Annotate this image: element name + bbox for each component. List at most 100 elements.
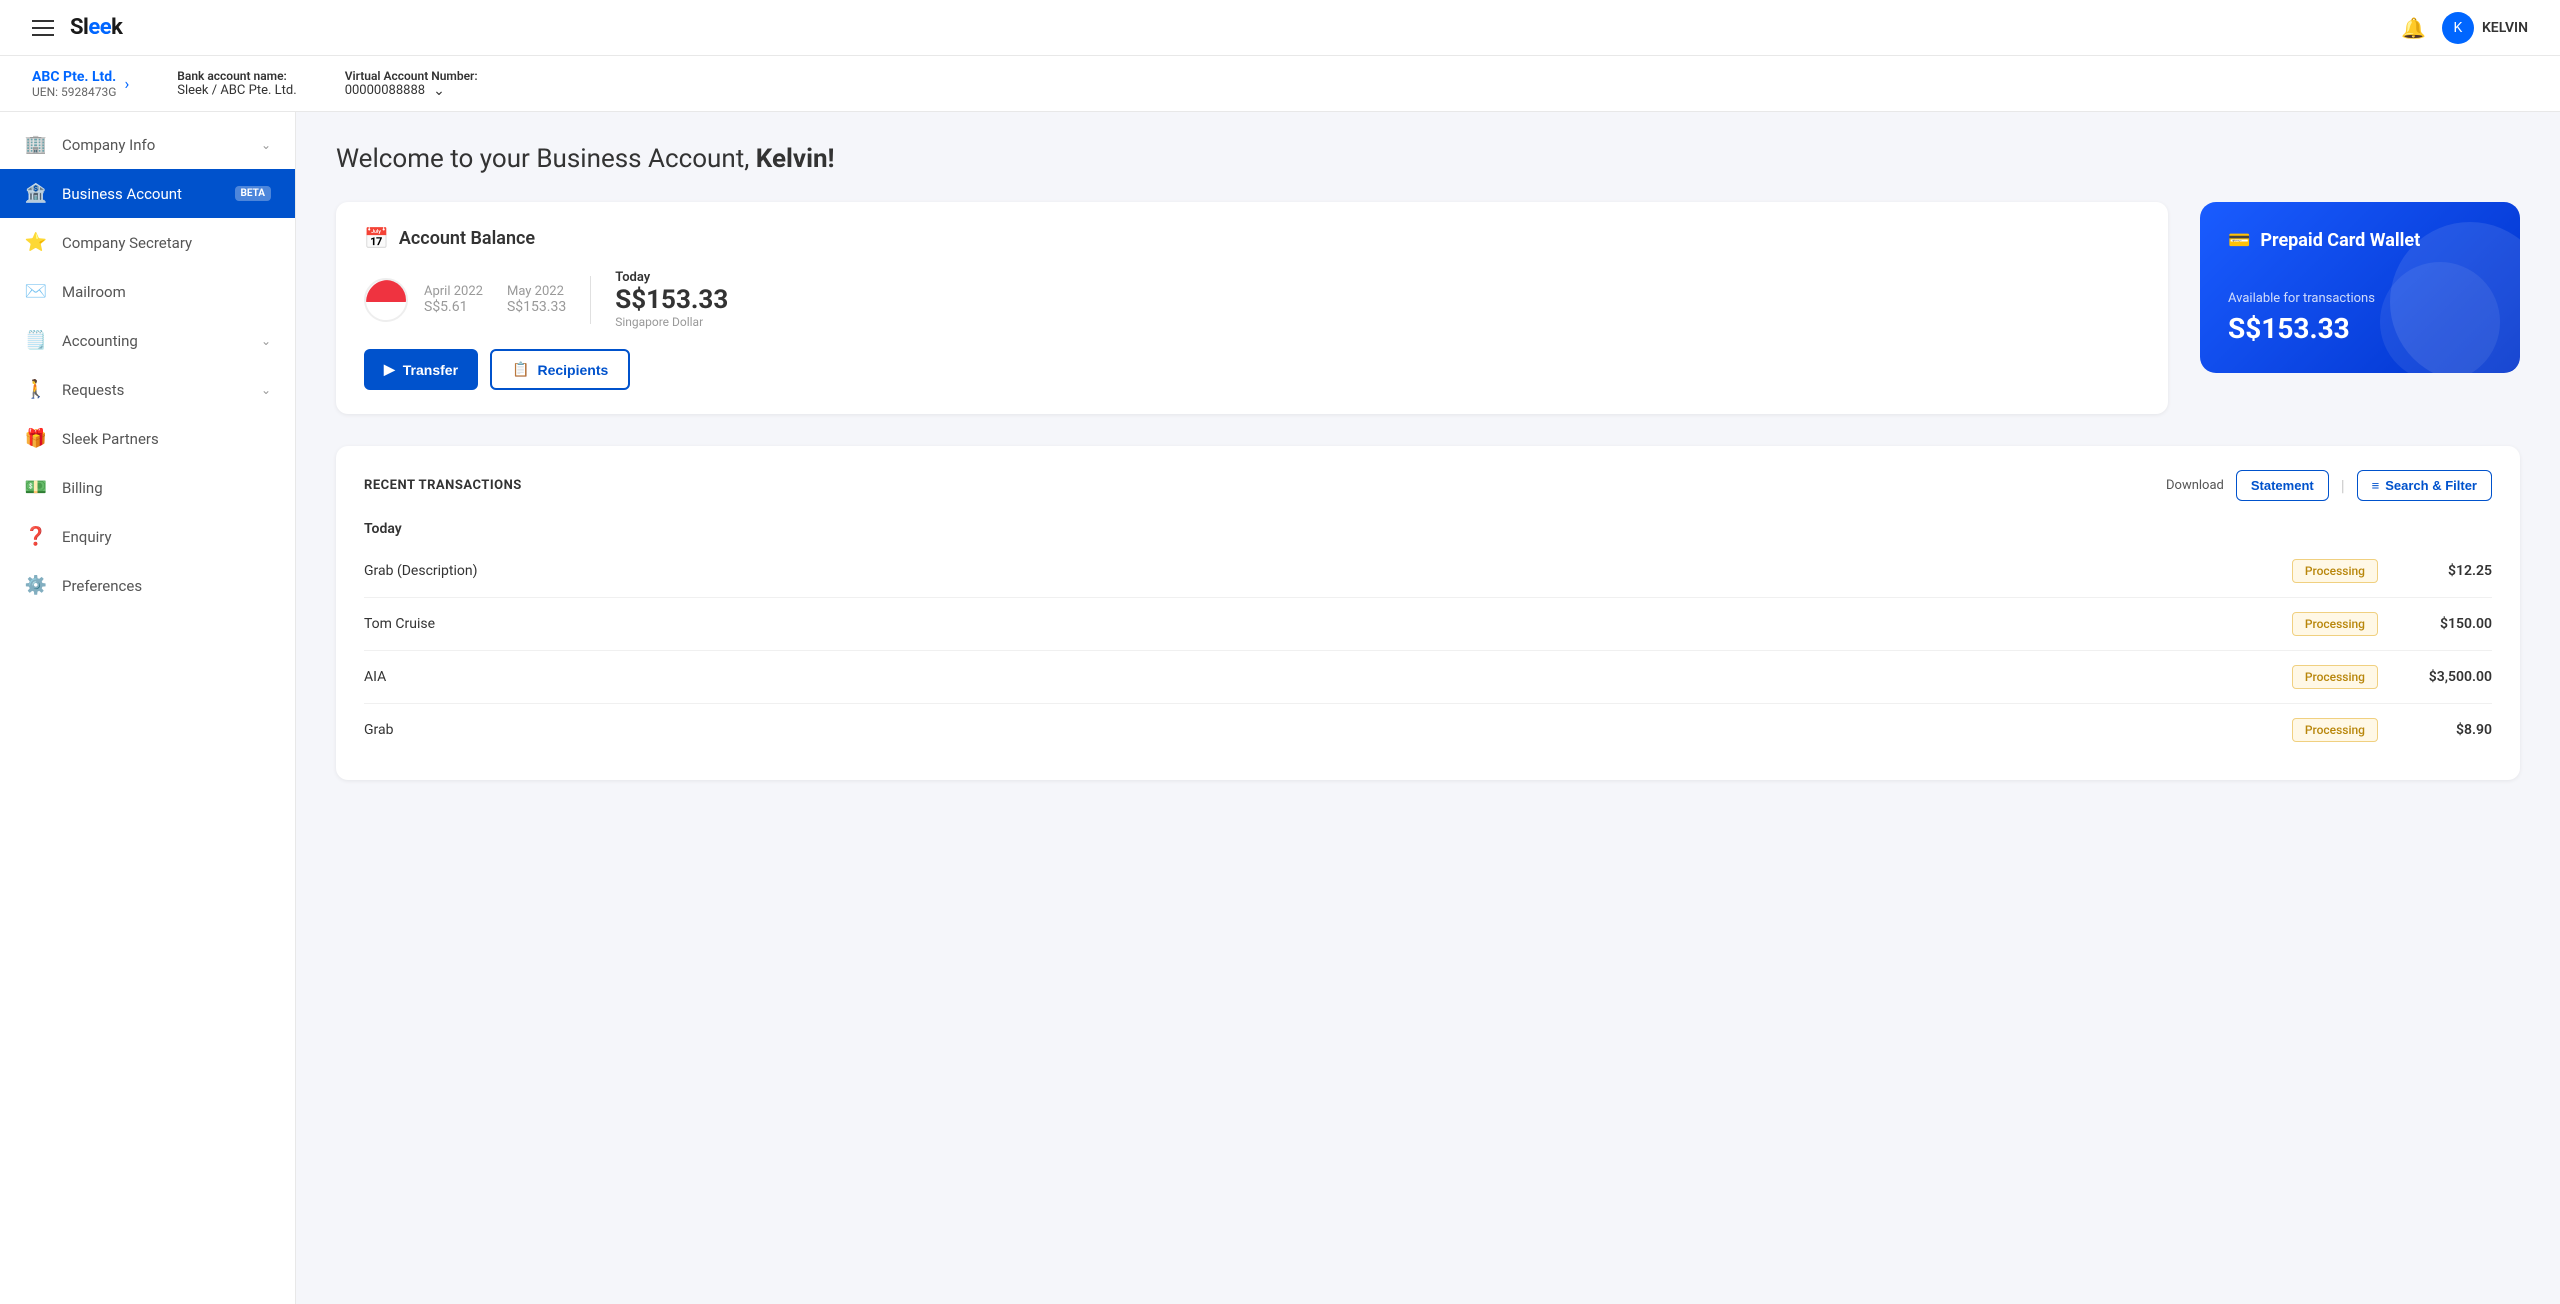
recipients-button[interactable]: 📋 Recipients [490,349,630,390]
bell-icon[interactable]: 🔔 [2401,16,2426,40]
balance-divider [590,276,591,324]
main-content: Welcome to your Business Account, Kelvin… [296,112,2560,1304]
company-expand-icon[interactable]: › [124,74,129,93]
company-name[interactable]: ABC Pte. Ltd. [32,69,116,85]
transaction-amount: $150.00 [2402,616,2492,632]
statement-button[interactable]: Statement [2236,470,2329,501]
balance-section: 📅 Account Balance April 2022 S$5.61 May … [336,202,2520,414]
sidebar-label-business-account: Business Account [62,185,217,203]
sidebar-label-billing: Billing [62,479,271,497]
transaction-name: Tom Cruise [364,616,2292,632]
balance-today: Today S$153.33 Singapore Dollar [615,270,728,329]
sidebar-item-sleek-partners[interactable]: 🎁 Sleek Partners [0,414,295,463]
bank-icon: 🏦 [24,183,48,204]
sidebar-item-business-account[interactable]: 🏦 Business Account BETA [0,169,295,218]
sg-flag-circle [366,280,408,322]
transactions-actions: Download Statement | ≡ Search & Filter [2166,470,2492,501]
bank-info: Bank account name: Sleek / ABC Pte. Ltd.… [177,69,477,99]
sidebar: 🏢 Company Info ⌄ 🏦 Business Account BETA… [0,112,296,1304]
sidebar-item-mailroom[interactable]: ✉️ Mailroom [0,267,295,316]
sidebar-label-company-info: Company Info [62,136,247,154]
star-icon: ⭐ [24,232,48,253]
sidebar-item-company-secretary[interactable]: ⭐ Company Secretary [0,218,295,267]
sidebar-label-company-secretary: Company Secretary [62,234,271,252]
sidebar-item-requests[interactable]: 🚶 Requests ⌄ [0,365,295,414]
april-value: S$5.61 [424,299,483,315]
accounting-icon: 🗒️ [24,330,48,351]
account-balance-card: 📅 Account Balance April 2022 S$5.61 May … [336,202,2168,414]
topnav-right: 🔔 K KELVIN [2401,12,2528,44]
virtual-account-label: Virtual Account Number: [345,69,478,83]
company-info-area: ABC Pte. Ltd. UEN: 5928473G › [32,69,129,99]
today-value: S$153.33 [615,285,728,315]
building-icon: 🏢 [24,134,48,155]
sidebar-label-preferences: Preferences [62,577,271,595]
topnav-left: Sleek [32,15,122,40]
welcome-username: Kelvin! [756,144,835,174]
balance-actions: ▶ Transfer 📋 Recipients [364,349,2140,390]
virtual-account: Virtual Account Number: 00000088888 ⌄ [345,69,478,99]
sidebar-label-sleek-partners: Sleek Partners [62,430,271,448]
balance-card-title: 📅 Account Balance [364,226,2140,250]
sidebar-item-accounting[interactable]: 🗒️ Accounting ⌄ [0,316,295,365]
april-label: April 2022 [424,284,483,299]
transaction-name: AIA [364,669,2292,685]
may-value: S$153.33 [507,299,566,315]
hamburger-menu-icon[interactable] [32,20,54,36]
today-currency: Singapore Dollar [615,315,728,329]
company-uen: UEN: 5928473G [32,85,116,99]
balance-months: April 2022 S$5.61 May 2022 S$153.33 [424,284,566,315]
beta-badge: BETA [235,186,272,201]
virtual-account-row: 00000088888 ⌄ [345,83,478,99]
sidebar-item-company-info[interactable]: 🏢 Company Info ⌄ [0,120,295,169]
sidebar-label-enquiry: Enquiry [62,528,271,546]
sidebar-label-requests: Requests [62,381,247,399]
sidebar-item-enquiry[interactable]: ❓ Enquiry [0,512,295,561]
user-name: KELVIN [2482,20,2528,36]
requests-icon: 🚶 [24,379,48,400]
transfer-button[interactable]: ▶ Transfer [364,349,478,390]
recipients-label: Recipients [537,362,608,378]
sidebar-item-billing[interactable]: 💵 Billing [0,463,295,512]
status-badge: Processing [2292,612,2378,636]
balance-title-text: Account Balance [399,228,535,249]
transaction-amount: $8.90 [2402,722,2492,738]
transactions-title: RECENT TRANSACTIONS [364,478,522,493]
transaction-amount: $3,500.00 [2402,669,2492,685]
sidebar-label-mailroom: Mailroom [62,283,271,301]
logo-accent: ee [88,15,111,40]
subheader: ABC Pte. Ltd. UEN: 5928473G › Bank accou… [0,56,2560,112]
prepaid-available-label: Available for transactions [2228,291,2492,306]
avatar: K [2442,12,2474,44]
filter-icon: ≡ [2372,478,2380,493]
bank-account-name: Bank account name: Sleek / ABC Pte. Ltd. [177,69,296,98]
singapore-flag [364,278,408,322]
status-badge: Processing [2292,665,2378,689]
recipients-icon: 📋 [512,361,529,378]
transactions-group-today: Today [364,521,2492,537]
today-label: Today [615,270,728,285]
welcome-text-static: Welcome to your Business Account, [336,144,756,174]
search-filter-button[interactable]: ≡ Search & Filter [2357,470,2492,501]
accounting-chevron-icon: ⌄ [261,334,271,348]
card-icon: 💳 [2228,230,2250,251]
mail-icon: ✉️ [24,281,48,302]
enquiry-icon: ❓ [24,526,48,547]
partners-icon: 🎁 [24,428,48,449]
company-info-text: ABC Pte. Ltd. UEN: 5928473G [32,69,116,99]
transactions-header: RECENT TRANSACTIONS Download Statement |… [364,470,2492,501]
requests-chevron-icon: ⌄ [261,383,271,397]
may-label: May 2022 [507,284,566,299]
top-navigation: Sleek 🔔 K KELVIN [0,0,2560,56]
sidebar-item-preferences[interactable]: ⚙️ Preferences [0,561,295,610]
virtual-account-chevron-icon[interactable]: ⌄ [433,83,445,99]
transaction-name: Grab [364,722,2292,738]
billing-icon: 💵 [24,477,48,498]
sidebar-label-accounting: Accounting [62,332,247,350]
prepaid-decoration-circle2 [2380,262,2500,373]
transfer-icon: ▶ [384,361,395,378]
status-badge: Processing [2292,718,2378,742]
user-menu[interactable]: K KELVIN [2442,12,2528,44]
table-row: Grab (Description) Processing $12.25 [364,545,2492,598]
welcome-message: Welcome to your Business Account, Kelvin… [336,144,2520,174]
